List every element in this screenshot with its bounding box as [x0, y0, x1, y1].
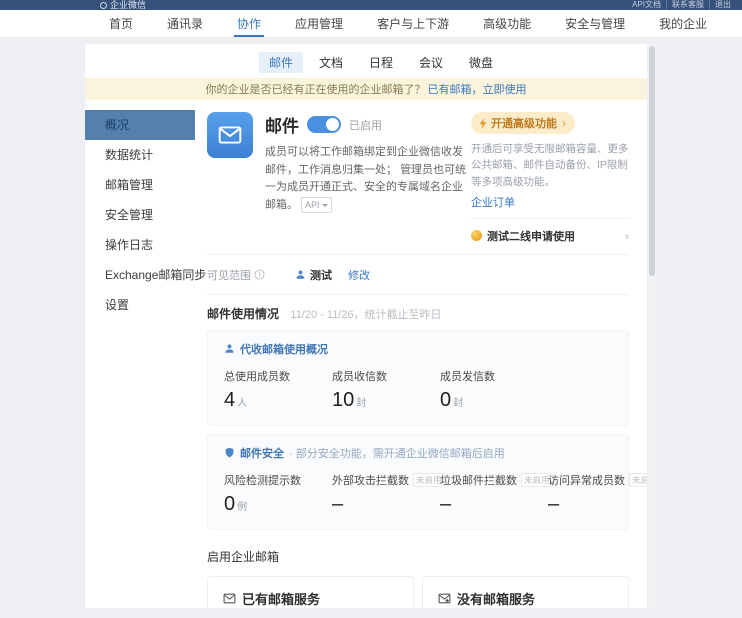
stat-external-attacks-blocked: 外部攻击拦截数未启用 – — [332, 472, 440, 516]
mail-plus-icon — [438, 592, 451, 605]
tab-calendar[interactable]: 日程 — [359, 52, 403, 73]
nav-item-collaboration[interactable]: 协作 — [220, 10, 278, 37]
page-title: 邮件 — [265, 112, 299, 137]
visibility-scope[interactable]: 测试 — [295, 267, 332, 283]
main-panel: 邮件 文档 日程 会议 微盘 你的企业是否已经有正在使用的企业邮箱了？ 已有邮箱… — [85, 44, 647, 608]
stat-abnormal-access-members: 访问异常成员数未启用 – — [548, 472, 647, 516]
chevron-right-icon: › — [562, 116, 566, 130]
tab-drive[interactable]: 微盘 — [459, 52, 503, 73]
sidebar-item-settings[interactable]: 设置 — [85, 290, 195, 320]
nav-item-advanced[interactable]: 高级功能 — [466, 10, 548, 37]
sidebar-item-logs[interactable]: 操作日志 — [85, 230, 195, 260]
sidebar-item-mailbox-mgmt[interactable]: 邮箱管理 — [85, 170, 195, 200]
wework-logo-icon — [100, 2, 107, 9]
api-docs-link[interactable]: API文档 — [627, 0, 666, 10]
member-icon — [295, 269, 306, 280]
trial-apply-label: 测试二线申请使用 — [487, 228, 575, 244]
usage-period: 11/20 - 11/26，统计截止至昨日 — [290, 309, 441, 321]
existing-mailbox-card: 已有邮箱服务 将已有邮箱服务立即迁移到企业微信中。 或将历史邮件和新邮件持续同步… — [207, 576, 414, 608]
stat-risk-alerts: 风险检测提示数 0例 — [224, 472, 332, 516]
stat-spam-blocked: 垃圾邮件拦截数未启用 – — [440, 472, 548, 516]
contact-support-link[interactable]: 联系客服 — [666, 0, 709, 10]
collab-subtabs: 邮件 文档 日程 会议 微盘 — [115, 44, 647, 78]
status-badge: 未启用 — [629, 473, 647, 487]
no-mailbox-card: 没有邮箱服务 可在企业微信中购买域名，新开通企业微信邮箱服务。 新开通邮箱服务 — [422, 576, 629, 608]
stat-mails-received: 成员收信数 10封 — [332, 368, 440, 412]
logout-link[interactable]: 退出 — [709, 0, 736, 10]
user-icon — [224, 343, 235, 354]
toggle-status-label: 已启用 — [349, 117, 382, 133]
stat-total-members: 总使用成员数 4人 — [224, 368, 332, 412]
top-links: API文档 联系客服 退出 — [627, 0, 736, 10]
feature-description: 成员可以将工作邮箱绑定到企业微信收发邮件，工作消息归集一处； 管理员也可统一为成… — [265, 144, 471, 214]
banner-text: 你的企业是否已经有正在使用的企业邮箱了？ — [206, 81, 426, 97]
app-logo-text: 企业微信 — [110, 0, 146, 10]
enable-section-title: 启用企业邮箱 — [207, 548, 629, 565]
tab-mail[interactable]: 邮件 — [259, 52, 303, 73]
banner-use-now-link[interactable]: 已有邮箱，立即使用 — [428, 81, 527, 97]
hot-icon — [471, 230, 482, 241]
top-bar: 企业微信 API文档 联系客服 退出 — [0, 0, 742, 10]
visibility-label: 可见范围 — [207, 267, 265, 283]
proxy-mailbox-usage-card: 代收邮箱使用概况 总使用成员数 4人 成员收信数 10封 成员发信数 0封 — [207, 330, 629, 426]
premium-promo-panel: 开通高级功能 › 开通后可享受无限邮箱容量、更多公共邮箱、邮件自动备份、IP限制… — [471, 112, 629, 244]
stat-mails-sent: 成员发信数 0封 — [440, 368, 548, 412]
app-logo: 企业微信 — [100, 0, 146, 10]
security-card-header: 邮件安全 · 部分安全功能，需开通企业微信邮箱后启用 — [224, 445, 612, 461]
info-icon[interactable] — [254, 269, 265, 280]
nav-item-contacts[interactable]: 通讯录 — [150, 10, 220, 37]
proxy-card-header: 代收邮箱使用概况 — [224, 341, 612, 357]
nav-item-home[interactable]: 首页 — [92, 10, 150, 37]
sidebar-item-security[interactable]: 安全管理 — [85, 200, 195, 230]
mail-outline-icon — [223, 592, 236, 605]
existing-mailbox-card-title: 已有邮箱服务 — [223, 589, 398, 608]
mail-enable-toggle[interactable] — [307, 116, 341, 133]
mail-sidebar: 概况 数据统计 邮箱管理 安全管理 操作日志 Exchange邮箱同步 设置 — [85, 100, 195, 608]
sidebar-item-overview[interactable]: 概况 — [85, 110, 195, 140]
nav-item-my-company[interactable]: 我的企业 — [642, 10, 724, 37]
visibility-edit-link[interactable]: 修改 — [348, 267, 370, 283]
upgrade-premium-button[interactable]: 开通高级功能 › — [471, 112, 575, 134]
overview-content: 邮件 已启用 成员可以将工作邮箱绑定到企业微信收发邮件，工作消息归集一处； 管理… — [195, 100, 647, 608]
no-mailbox-card-title: 没有邮箱服务 — [438, 589, 613, 608]
mail-security-card: 邮件安全 · 部分安全功能，需开通企业微信邮箱后启用 风险检测提示数 0例 外部… — [207, 434, 629, 530]
usage-title: 邮件使用情况 — [207, 307, 279, 321]
mail-feature-header: 邮件 已启用 成员可以将工作邮箱绑定到企业微信收发邮件，工作消息归集一处； 管理… — [207, 112, 471, 244]
notice-banner: 你的企业是否已经有正在使用的企业邮箱了？ 已有邮箱，立即使用 — [85, 78, 647, 100]
tab-meeting[interactable]: 会议 — [409, 52, 453, 73]
chevron-right-icon: › — [625, 229, 629, 243]
scrollbar-thumb[interactable] — [649, 46, 655, 276]
caret-down-icon — [322, 204, 328, 207]
enterprise-order-link[interactable]: 企业订单 — [471, 194, 515, 210]
shield-icon — [224, 447, 235, 458]
trial-apply-row[interactable]: 测试二线申请使用 › — [471, 219, 629, 244]
promo-description: 开通后可享受无限邮箱容量、更多公共邮箱、邮件自动备份、IP限制等多项高级功能。 — [471, 141, 629, 190]
nav-item-customers[interactable]: 客户与上下游 — [360, 10, 466, 37]
usage-section-header: 邮件使用情况 11/20 - 11/26，统计截止至昨日 — [207, 295, 629, 322]
sidebar-item-statistics[interactable]: 数据统计 — [85, 140, 195, 170]
mail-app-icon — [207, 112, 253, 158]
visibility-row: 可见范围 测试 修改 — [207, 255, 629, 294]
nav-item-apps[interactable]: 应用管理 — [278, 10, 360, 37]
lightning-icon — [479, 118, 487, 129]
nav-item-security-mgmt[interactable]: 安全与管理 — [548, 10, 642, 37]
sidebar-item-exchange-sync[interactable]: Exchange邮箱同步 — [85, 260, 195, 290]
api-dropdown[interactable]: API — [301, 197, 332, 213]
tab-docs[interactable]: 文档 — [309, 52, 353, 73]
panel-scrollbar[interactable] — [648, 44, 656, 608]
main-nav: 首页 通讯录 协作 应用管理 客户与上下游 高级功能 安全与管理 我的企业 — [0, 10, 742, 38]
